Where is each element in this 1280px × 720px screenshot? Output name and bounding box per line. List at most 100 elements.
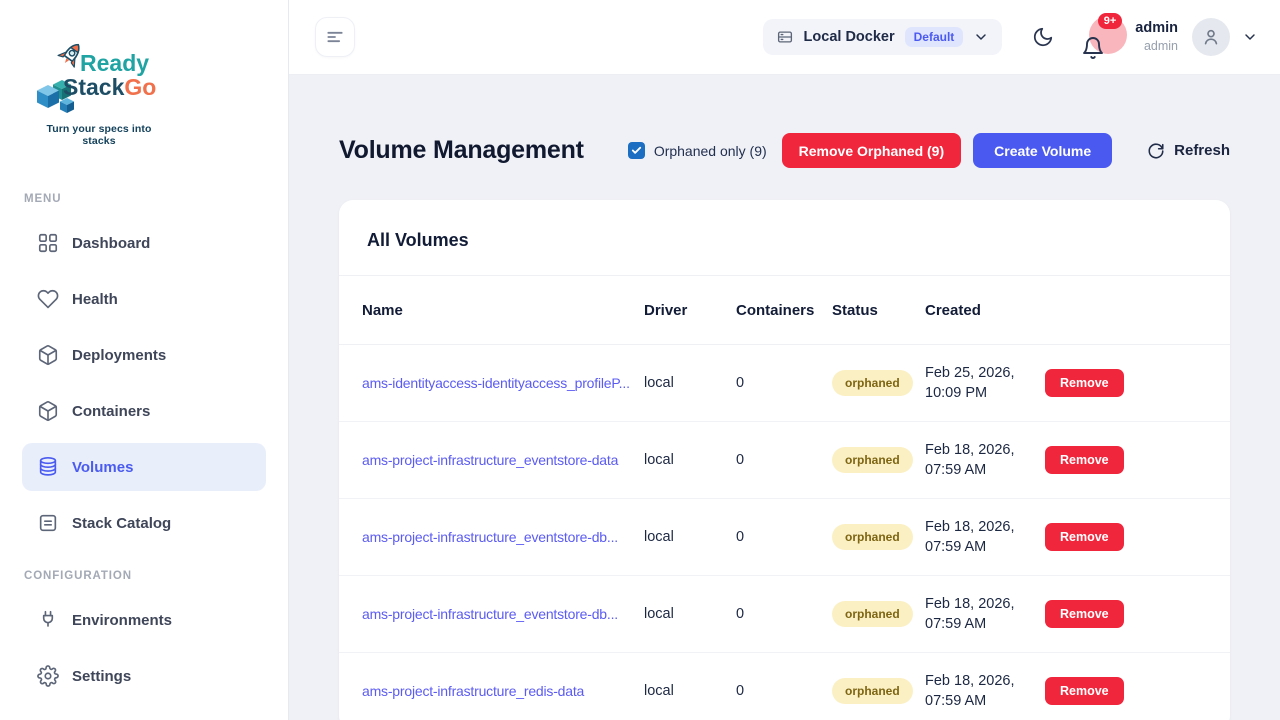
grid-icon — [37, 232, 59, 254]
brand-tagline: Turn your specs into stacks — [36, 123, 162, 147]
environment-name: Local Docker — [804, 29, 895, 45]
volume-name-link[interactable]: ams-project-infrastructure_eventstore-da… — [362, 452, 644, 468]
volume-driver: local — [644, 606, 736, 622]
sidebar-item-label: Environments — [72, 612, 172, 629]
remove-volume-button[interactable]: Remove — [1045, 600, 1124, 628]
column-header-status: Status — [832, 302, 925, 319]
volume-containers: 0 — [736, 452, 832, 468]
sidebar-item-health[interactable]: Health — [22, 275, 266, 323]
table-row: ams-project-infrastructure_eventstore-db… — [339, 499, 1230, 576]
sidebar-item-label: Stack Catalog — [72, 515, 171, 532]
volume-driver: local — [644, 375, 736, 391]
user-menu-chevron[interactable] — [1242, 29, 1258, 45]
svg-text:StackGo: StackGo — [63, 74, 156, 100]
volume-driver: local — [644, 529, 736, 545]
table-row: ams-identityaccess-identityaccess_profil… — [339, 345, 1230, 422]
notification-count-badge: 9+ — [1098, 13, 1123, 29]
sidebar-item-containers[interactable]: Containers — [22, 387, 266, 435]
volume-name-link[interactable]: ams-project-infrastructure_redis-data — [362, 683, 644, 699]
dark-mode-toggle[interactable] — [1032, 26, 1054, 48]
topbar-right: Local Docker Default 9+ admin admin — [763, 14, 1258, 60]
refresh-button[interactable]: Refresh — [1147, 142, 1230, 160]
cube-icon — [37, 344, 59, 366]
orphaned-only-checkbox-group[interactable]: Orphaned only (9) — [628, 142, 767, 159]
bell-icon — [1081, 36, 1105, 60]
volume-driver: local — [644, 452, 736, 468]
sidebar: Ready StackGo Turn your specs into stack… — [0, 0, 289, 720]
refresh-icon — [1147, 142, 1165, 160]
sidebar-item-deployments[interactable]: Deployments — [22, 331, 266, 379]
brand-name-go: Go — [124, 74, 156, 100]
brand-logo: Ready StackGo Turn your specs into stack… — [36, 40, 162, 147]
sidebar-item-label: Volumes — [72, 459, 133, 476]
topbar: Local Docker Default 9+ admin admin — [289, 0, 1280, 75]
remove-volume-button[interactable]: Remove — [1045, 677, 1124, 705]
volume-driver: local — [644, 683, 736, 699]
volumes-card: All Volumes Name Driver Containers Statu… — [339, 200, 1230, 720]
sidebar-item-label: Containers — [72, 403, 150, 420]
table-row: ams-project-infrastructure_eventstore-db… — [339, 576, 1230, 653]
page-title: Volume Management — [339, 136, 584, 165]
person-icon — [1201, 27, 1221, 47]
sidebar-item-label: Settings — [72, 668, 131, 685]
volume-name-link[interactable]: ams-project-infrastructure_eventstore-db… — [362, 606, 644, 622]
avatar[interactable] — [1192, 18, 1230, 56]
volume-containers: 0 — [736, 606, 832, 622]
volume-containers: 0 — [736, 375, 832, 391]
chevron-down-icon — [973, 29, 989, 45]
volume-name-link[interactable]: ams-identityaccess-identityaccess_profil… — [362, 375, 644, 391]
remove-volume-button[interactable]: Remove — [1045, 446, 1124, 474]
volume-created: Feb 18, 2026,07:59 AM — [925, 517, 1045, 557]
table-header: Name Driver Containers Status Created — [339, 276, 1230, 345]
sidebar-item-settings[interactable]: Settings — [22, 652, 266, 700]
column-header-created: Created — [925, 302, 1045, 319]
volume-created: Feb 18, 2026,07:59 AM — [925, 671, 1045, 711]
check-icon — [631, 145, 642, 156]
sidebar-item-label: Dashboard — [72, 235, 150, 252]
user-meta: admin admin — [1135, 19, 1178, 54]
plug-icon — [37, 609, 59, 631]
remove-volume-button[interactable]: Remove — [1045, 523, 1124, 551]
volume-name-link[interactable]: ams-project-infrastructure_eventstore-db… — [362, 529, 644, 545]
status-badge: orphaned — [832, 601, 913, 627]
database-icon — [37, 456, 59, 478]
page-content: Volume Management Orphaned only (9) Remo… — [289, 75, 1280, 720]
heart-icon — [37, 288, 59, 310]
server-icon — [776, 28, 794, 46]
environment-default-badge: Default — [905, 27, 964, 47]
environment-selector[interactable]: Local Docker Default — [763, 19, 1003, 55]
table-row: ams-project-infrastructure_redis-data lo… — [339, 653, 1230, 720]
sidebar-item-label: Deployments — [72, 347, 166, 364]
remove-orphaned-button[interactable]: Remove Orphaned (9) — [782, 133, 961, 168]
sidebar-section-menu: MENU — [24, 193, 288, 205]
sidebar-item-environments[interactable]: Environments — [22, 596, 266, 644]
sidebar-toggle-button[interactable] — [315, 17, 355, 57]
sidebar-item-volumes[interactable]: Volumes — [22, 443, 266, 491]
volume-created: Feb 18, 2026,07:59 AM — [925, 594, 1045, 634]
app-window: Ready StackGo Turn your specs into stack… — [0, 0, 1280, 720]
sidebar-item-stack-catalog[interactable]: Stack Catalog — [22, 499, 266, 547]
status-badge: orphaned — [832, 524, 913, 550]
user-role: admin — [1135, 38, 1178, 54]
brand-name-ready: Ready — [80, 50, 149, 76]
column-header-containers: Containers — [736, 302, 832, 319]
table-row: ams-project-infrastructure_eventstore-da… — [339, 422, 1230, 499]
orphaned-only-checkbox[interactable] — [628, 142, 645, 159]
column-header-name: Name — [362, 302, 644, 319]
main-area: Local Docker Default 9+ admin admin — [289, 0, 1280, 720]
document-icon — [37, 512, 59, 534]
create-volume-button[interactable]: Create Volume — [973, 133, 1112, 168]
page-header: Volume Management Orphaned only (9) Remo… — [339, 133, 1230, 168]
volume-created: Feb 18, 2026,07:59 AM — [925, 440, 1045, 480]
status-badge: orphaned — [832, 678, 913, 704]
notifications-button[interactable]: 9+ — [1081, 14, 1127, 60]
sidebar-item-dashboard[interactable]: Dashboard — [22, 219, 266, 267]
gear-icon — [37, 665, 59, 687]
sidebar-item-label: Health — [72, 291, 118, 308]
volume-containers: 0 — [736, 529, 832, 545]
remove-volume-button[interactable]: Remove — [1045, 369, 1124, 397]
card-title: All Volumes — [339, 200, 1230, 276]
column-header-driver: Driver — [644, 302, 736, 319]
page-actions: Orphaned only (9) Remove Orphaned (9) Cr… — [628, 133, 1230, 168]
brand-name-stack: Stack — [63, 74, 125, 100]
